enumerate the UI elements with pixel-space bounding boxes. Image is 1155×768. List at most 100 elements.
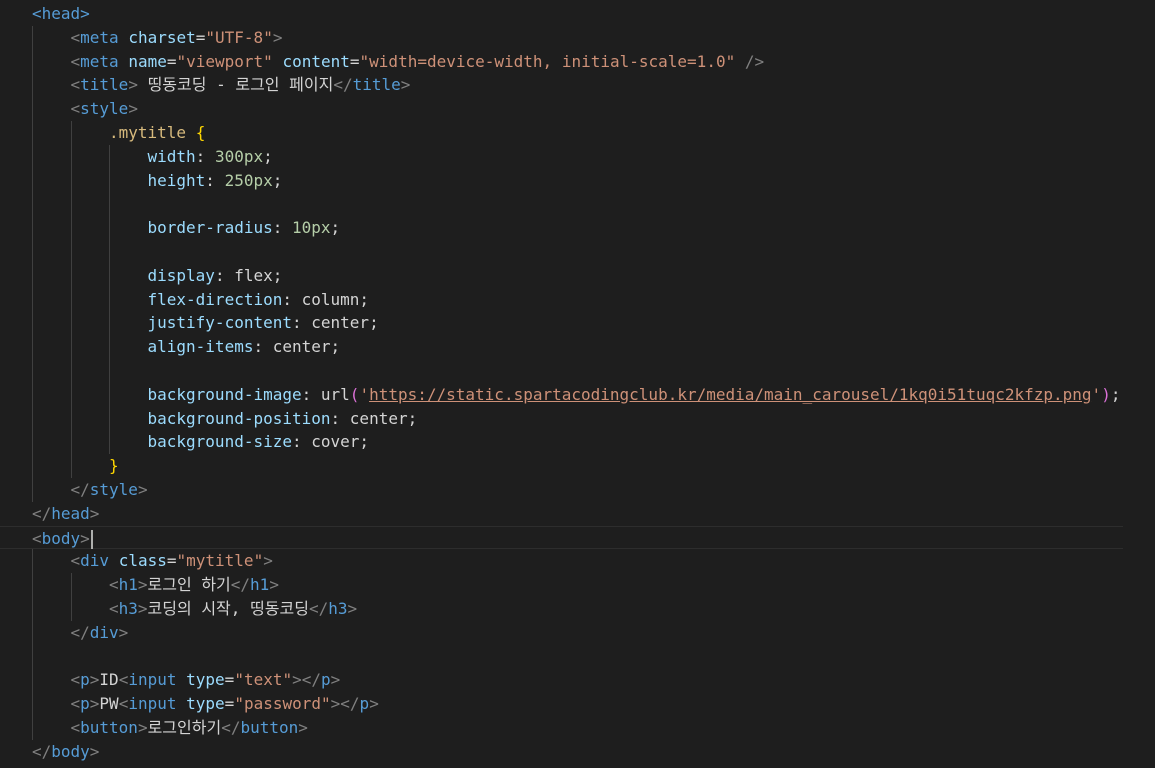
code-line[interactable]: background-image: url('https://static.sp… (32, 383, 1155, 407)
code-line[interactable]: height: 250px; (32, 169, 1155, 193)
code-token: : center; (330, 408, 418, 428)
code-line[interactable]: <p>ID<input type="text"></p> (32, 668, 1155, 692)
code-token: style (89, 480, 138, 499)
code-line[interactable]: <style> (32, 97, 1155, 121)
code-token: < (70, 694, 81, 714)
code-token: PW (99, 694, 119, 714)
code-token: : column; (282, 289, 370, 309)
code-token: p (321, 670, 331, 690)
code-line[interactable]: .mytitle { (32, 121, 1155, 145)
code-token: "text" (234, 670, 293, 690)
code-line[interactable]: <p>PW<input type="password"></p> (32, 692, 1155, 716)
code-token: "viewport" (176, 51, 273, 71)
code-token: : (195, 146, 215, 166)
code-token: > (80, 528, 90, 548)
code-line[interactable]: <body> (0, 525, 1123, 550)
code-line[interactable]: </head> (32, 502, 1155, 526)
code-token: /> (744, 51, 765, 71)
code-line[interactable] (32, 240, 1155, 264)
code-line[interactable]: <h3>코딩의 시작, 띵동코딩</h3> (32, 597, 1155, 621)
code-line[interactable]: justify-content: center; (32, 311, 1155, 335)
code-token: > (369, 694, 379, 714)
code-editor[interactable]: <head> <meta charset="UTF-8"> <meta name="… (0, 0, 1155, 768)
code-token: 250px (224, 170, 273, 190)
code-line[interactable]: background-size: cover; (32, 430, 1155, 454)
code-token: ( (349, 384, 360, 404)
code-token: style (80, 99, 129, 119)
code-token: p (80, 670, 90, 690)
code-token: > (330, 670, 341, 690)
code-token: > (137, 599, 148, 618)
code-token: 300px (214, 146, 264, 166)
code-token: justify-content (147, 313, 293, 333)
code-line[interactable]: <div class="mytitle"> (32, 549, 1155, 573)
code-line[interactable]: display: flex; (32, 264, 1155, 288)
code-token: { (195, 123, 206, 142)
code-token: = (349, 51, 360, 71)
code-line[interactable]: background-position: center; (32, 407, 1155, 431)
code-line[interactable]: } (32, 454, 1155, 478)
code-token: "password" (234, 694, 331, 714)
code-token: 로그인하기 (147, 718, 222, 737)
code-token: align-items (147, 337, 254, 357)
code-token: ; (1110, 384, 1121, 404)
code-token: "width=device-width, initial-scale=1.0" (359, 51, 736, 71)
code-token: 로그인 하기 (147, 575, 231, 595)
code-token: content (282, 51, 350, 71)
code-token: } (109, 456, 119, 476)
code-token: </ (70, 622, 90, 642)
code-token: body (41, 528, 81, 548)
code-token: = (195, 27, 206, 47)
code-token: h3 (328, 599, 348, 618)
code-token: </ (230, 575, 251, 595)
code-line[interactable] (32, 645, 1155, 669)
code-line[interactable]: border-radius: 10px; (32, 216, 1155, 240)
code-token: height (147, 170, 206, 190)
code-line[interactable]: width: 300px; (32, 145, 1155, 169)
code-line[interactable] (32, 192, 1155, 216)
code-line[interactable]: </div> (32, 621, 1155, 645)
text-cursor (90, 529, 93, 549)
code-token: class (118, 551, 167, 571)
code-token: display (147, 265, 215, 285)
code-token: "UTF-8" (205, 27, 273, 47)
code-token: </ (308, 599, 329, 618)
code-token: div (89, 622, 119, 642)
code-token: < (70, 718, 81, 737)
code-token: : center; (292, 313, 379, 333)
code-token: name (128, 51, 167, 71)
code-token: : flex; (214, 265, 283, 285)
code-line[interactable]: <meta name="viewport" content="width=dev… (32, 50, 1155, 74)
code-token: p (80, 694, 90, 714)
code-line[interactable]: </body> (32, 740, 1155, 764)
code-line[interactable]: <button>로그인하기</button> (32, 716, 1155, 740)
code-token: = (224, 670, 235, 690)
code-token: ' (359, 384, 370, 404)
code-token: > (137, 718, 148, 737)
code-line[interactable]: <title> 띵동코딩 - 로그인 페이지</title> (32, 73, 1155, 97)
code-token: border-radius (147, 218, 273, 238)
code-token: </ (70, 480, 90, 499)
code-line[interactable] (32, 359, 1155, 383)
code-token: : url (301, 384, 350, 404)
code-line[interactable]: <meta charset="UTF-8"> (32, 26, 1155, 50)
code-token: > (118, 622, 129, 642)
code-token: background-position (147, 408, 331, 428)
code-token: > (298, 718, 308, 737)
code-line[interactable]: <h1>로그인 하기</h1> (32, 573, 1155, 597)
code-line[interactable]: align-items: center; (32, 335, 1155, 359)
code-token: > (128, 75, 138, 95)
code-token: charset (128, 27, 196, 47)
code-token: > (89, 741, 100, 761)
code-line[interactable]: flex-direction: column; (32, 288, 1155, 312)
code-token: : (272, 218, 292, 238)
code-line[interactable]: </style> (32, 478, 1155, 502)
code-line[interactable]: <head> (32, 2, 1155, 26)
code-token: = (224, 694, 235, 714)
